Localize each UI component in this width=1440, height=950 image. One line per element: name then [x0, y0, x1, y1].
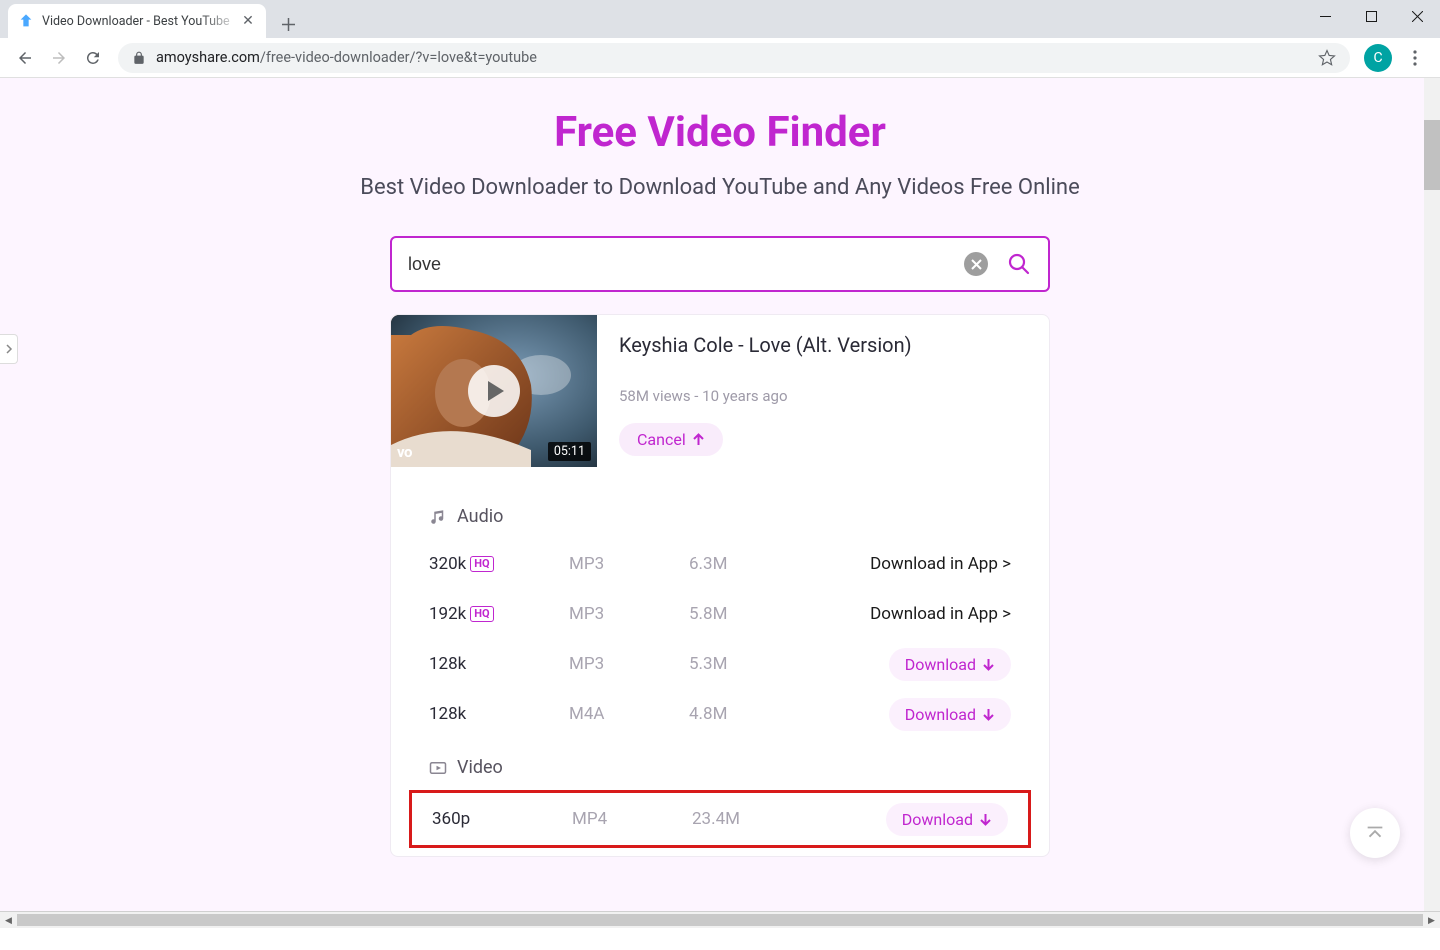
back-button[interactable] [8, 41, 42, 75]
browser-menu-button[interactable] [1398, 41, 1432, 75]
audio-section-header: Audio [429, 506, 1011, 527]
search-button[interactable] [1006, 251, 1032, 277]
new-tab-button[interactable] [274, 10, 302, 38]
scroll-to-top-button[interactable] [1350, 808, 1400, 858]
play-icon[interactable] [468, 365, 520, 417]
arrow-up-icon [692, 433, 705, 446]
browser-tab[interactable]: Video Downloader - Best YouTube ✕ [8, 4, 266, 38]
result-card: vo 05:11 Keyshia Cole - Love (Alt. Versi… [390, 314, 1050, 857]
horizontal-scrollbar-thumb[interactable] [17, 914, 1423, 926]
favicon-icon [18, 13, 34, 29]
search-box [390, 236, 1050, 292]
page-content: Free Video Finder Best Video Downloader … [0, 78, 1440, 928]
lock-icon [132, 51, 146, 65]
side-panel-toggle[interactable] [0, 334, 18, 364]
cancel-button[interactable]: Cancel [619, 423, 723, 456]
download-button[interactable]: Download [889, 648, 1011, 681]
window-maximize-button[interactable] [1348, 0, 1394, 32]
format-size: 5.3M [689, 654, 889, 674]
clear-search-button[interactable] [964, 252, 988, 276]
tab-strip: Video Downloader - Best YouTube ✕ [0, 0, 1440, 38]
vertical-scrollbar[interactable] [1424, 78, 1440, 911]
result-stats: 58M views - 10 years ago [619, 387, 1027, 405]
format-size: 4.8M [689, 704, 889, 724]
forward-button[interactable] [42, 41, 76, 75]
scroll-left-arrow[interactable]: ◀ [0, 912, 17, 928]
tab-title: Video Downloader - Best YouTube [42, 14, 240, 29]
profile-button[interactable]: C [1364, 44, 1392, 72]
audio-label: Audio [457, 506, 503, 527]
format-size: 5.8M [689, 604, 870, 624]
format-quality: 128k [429, 704, 569, 724]
url-text: amoyshare.com/free-video-downloader/?v=l… [156, 49, 1318, 66]
download-button[interactable]: Download [886, 803, 1008, 836]
video-label: Video [457, 757, 503, 778]
video-thumbnail[interactable]: vo 05:11 [391, 315, 597, 467]
window-minimize-button[interactable] [1302, 0, 1348, 32]
search-input[interactable] [408, 254, 964, 275]
highlighted-video-row: 360pMP423.4MDownload [409, 790, 1031, 848]
browser-toolbar: amoyshare.com/free-video-downloader/?v=l… [0, 38, 1440, 78]
window-close-button[interactable] [1394, 0, 1440, 32]
vertical-scrollbar-thumb[interactable] [1424, 120, 1440, 190]
reload-button[interactable] [76, 41, 110, 75]
format-type: MP3 [569, 604, 689, 624]
audio-format-row: 128kMP35.3MDownload [429, 639, 1011, 689]
format-type: MP4 [572, 809, 692, 829]
tab-close-button[interactable]: ✕ [240, 13, 256, 29]
address-bar[interactable]: amoyshare.com/free-video-downloader/?v=l… [118, 43, 1350, 73]
video-duration: 05:11 [548, 442, 591, 461]
format-quality: 192kHQ [429, 604, 569, 624]
download-in-app-link[interactable]: Download in App > [870, 554, 1011, 574]
bookmark-star-icon[interactable] [1318, 49, 1336, 67]
video-section-header: Video [429, 757, 1011, 778]
audio-format-row: 192kHQMP35.8MDownload in App > [429, 589, 1011, 639]
download-in-app-link[interactable]: Download in App > [870, 604, 1011, 624]
audio-format-row: 320kHQMP36.3MDownload in App > [429, 539, 1011, 589]
horizontal-scrollbar[interactable]: ◀ ▶ [0, 911, 1440, 928]
viewport: Free Video Finder Best Video Downloader … [0, 78, 1440, 928]
hq-badge: HQ [470, 556, 493, 572]
result-title: Keyshia Cole - Love (Alt. Version) [619, 333, 1027, 357]
window-controls [1302, 0, 1440, 32]
music-note-icon [429, 508, 447, 526]
video-icon [429, 759, 447, 777]
format-type: M4A [569, 704, 689, 724]
format-type: MP3 [569, 554, 689, 574]
video-format-row: 360pMP423.4MDownload [432, 793, 1008, 845]
download-button[interactable]: Download [889, 698, 1011, 731]
format-quality: 128k [429, 654, 569, 674]
audio-format-row: 128kM4A4.8MDownload [429, 689, 1011, 739]
format-quality: 360p [432, 809, 572, 829]
format-type: MP3 [569, 654, 689, 674]
scroll-right-arrow[interactable]: ▶ [1423, 912, 1440, 928]
cancel-label: Cancel [637, 430, 686, 449]
format-size: 23.4M [692, 809, 886, 829]
format-quality: 320kHQ [429, 554, 569, 574]
format-size: 6.3M [689, 554, 870, 574]
vevo-badge: vo [397, 443, 412, 461]
hq-badge: HQ [470, 606, 493, 622]
page-subtitle: Best Video Downloader to Download YouTub… [0, 175, 1440, 200]
page-title: Free Video Finder [0, 78, 1440, 157]
